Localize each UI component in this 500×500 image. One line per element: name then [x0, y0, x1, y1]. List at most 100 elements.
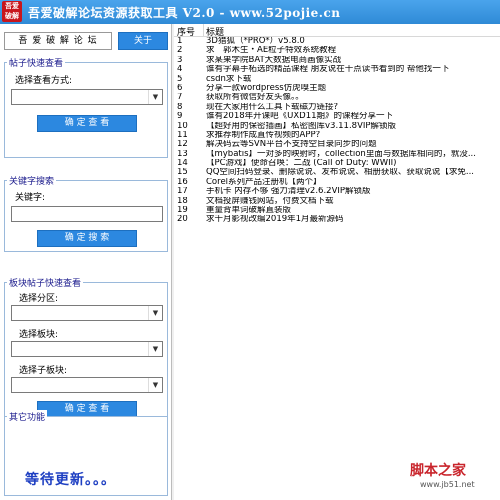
zone-label: 选择分区: [19, 294, 59, 304]
list-item[interactable]: 17 手机卡 内存不够 强力清理v2.6.2VIP解锁版 [174, 187, 500, 196]
list-item-title: 手机卡 内存不够 强力清理v2.6.2VIP解锁版 [206, 187, 371, 197]
list-item-title: 3D猎狐（*PRO*）v5.8.0 [206, 37, 305, 46]
list-item-title: 重量背单词破解直装版 [206, 206, 292, 216]
forum-name-label: 吾 爱 破 解 论 坛 [4, 32, 112, 50]
list-item[interactable]: 12 解决码云等SVN平台不支持空目录同步的问题 [174, 140, 500, 149]
app-logo-text-line2: 破解 [5, 12, 19, 20]
keyword-search-legend: 关键字搜索 [7, 174, 57, 187]
keyword-input[interactable] [11, 206, 163, 222]
view-mode-select[interactable]: ▼ [11, 89, 163, 105]
list-item-number: 1 [177, 37, 183, 46]
subboard-label: 选择子板块: [19, 366, 68, 376]
chevron-down-icon: ▼ [148, 342, 162, 356]
subboard-select[interactable]: ▼ [11, 377, 163, 393]
list-item[interactable]: 6 分享一款wordpress仿虎嗅主题 [174, 84, 500, 93]
list-item[interactable]: 8 现在大家用什么工具下载磁力链接? [174, 103, 500, 112]
list-item-number: 8 [177, 102, 183, 112]
list-item-number: 16 [177, 177, 188, 187]
chevron-down-icon: ▼ [148, 90, 162, 104]
window-title: 吾爱破解论坛资源获取工具 V2.0 - www.52pojie.cn [28, 6, 341, 20]
list-item-number: 4 [177, 65, 183, 75]
list-item-number: 10 [177, 121, 188, 131]
zone-select[interactable]: ▼ [11, 305, 163, 321]
waiting-update-text: 等待更新。。。 [25, 472, 116, 488]
confirm-view-button[interactable]: 确 定 查 看 [37, 115, 137, 132]
list-item[interactable]: 18 文档投屏赚钱网站，付费文档下载 [174, 197, 500, 206]
list-item-title: 求千月影视改编2019年1月最新源码 [206, 215, 344, 225]
list-item-number: 2 [177, 46, 183, 56]
list-item[interactable]: 15 QQ空间扫码登录、删除说说、发布说说、相册获取、获取说说【求免... [174, 168, 500, 177]
section-view-group: 板块帖子快速查看 选择分区: ▼ 选择板块: ▼ 选择子板块: ▼ 确 定 查 … [4, 276, 168, 420]
list-item[interactable]: 13 【mybatis】一对多的映射时，collection里面与数据库相同的，就… [174, 150, 500, 159]
quick-view-group: 帖子快速查看 选择查看方式: ▼ 确 定 查 看 [4, 56, 168, 158]
board-select[interactable]: ▼ [11, 341, 163, 357]
list-item-title: 谁有字幕手柘选的精品课程 朋友说在十点读书看到的 帮他找一下 [206, 65, 450, 75]
list-item[interactable]: 3 求某果学院BAT大数据电商画像实战 [174, 56, 500, 65]
keyword-label: 关键字: [15, 193, 46, 203]
list-item-number: 17 [177, 187, 188, 197]
chevron-down-icon: ▼ [148, 378, 162, 392]
list-item-number: 7 [177, 93, 183, 103]
title-bar: 吾爱 破解 吾爱破解论坛资源获取工具 V2.0 - www.52pojie.cn [0, 0, 500, 24]
list-item-title: 求推荐制作成直传视频的APP? [206, 130, 321, 140]
list-item-title: 求某果学院BAT大数据电商画像实战 [206, 55, 342, 65]
app-logo-text-line1: 吾爱 [5, 2, 19, 10]
list-item-number: 12 [177, 140, 188, 150]
other-features-legend: 其它功能 [7, 410, 48, 423]
column-divider[interactable] [203, 24, 204, 37]
list-item-title: csdn求下载 [206, 74, 252, 84]
list-item[interactable]: 11 求推荐制作成直传视频的APP? [174, 131, 500, 140]
list-item[interactable]: 16 Corel系列产品注册机【两个】 [174, 178, 500, 187]
left-panel: 吾 爱 破 解 论 坛 关于 帖子快速查看 选择查看方式: ▼ 确 定 查 看 … [0, 24, 172, 500]
list-item-number: 14 [177, 159, 188, 169]
list-item-title: 获取所有微信好友头像。。 [206, 93, 304, 103]
list-item-number: 11 [177, 130, 188, 140]
view-mode-label: 选择查看方式: [15, 76, 73, 86]
list-item-number: 18 [177, 196, 188, 206]
chevron-down-icon: ▼ [148, 306, 162, 320]
site-watermark-url: www.jb51.net [420, 480, 475, 489]
list-item-number: 13 [177, 149, 188, 159]
list-item[interactable]: 20 求千月影视改编2019年1月最新源码 [174, 215, 500, 224]
list-header: 序号 标题 [174, 24, 500, 38]
list-item-title: 分享一款wordpress仿虎嗅主题 [206, 83, 327, 93]
list-item[interactable]: 4 谁有字幕手柘选的精品课程 朋友说在十点读书看到的 帮他找一下 [174, 65, 500, 74]
list-item-title: QQ空间扫码登录、删除说说、发布说说、相册获取、获取说说【求免... [206, 168, 474, 178]
app-logo-icon: 吾爱 破解 [2, 1, 22, 22]
list-item[interactable]: 1 3D猎狐（*PRO*）v5.8.0 [174, 37, 500, 46]
list-item-title: 【PC游戏】使命召唤：二战 (Call of Duty: WWII) [206, 159, 397, 169]
list-item[interactable]: 10 【超好用的保密插画】私密图库v3.11.8VIP解锁版 [174, 122, 500, 131]
list-item-title: Corel系列产品注册机【两个】 [206, 177, 322, 187]
list-item-title: 求 郭木生・AE粒子特效系统教程 [206, 46, 337, 56]
board-label: 选择板块: [19, 330, 59, 340]
list-item-number: 9 [177, 112, 183, 122]
other-features-group: 其它功能 等待更新。。。 [4, 410, 168, 496]
list-item-title: 【超好用的保密插画】私密图库v3.11.8VIP解锁版 [206, 121, 397, 131]
list-item[interactable]: 2 求 郭木生・AE粒子特效系统教程 [174, 46, 500, 55]
confirm-search-button[interactable]: 确 定 搜 索 [37, 230, 137, 247]
list-item-title: 谁有2018年开课吧《UXD11期》的课程分享一下 [206, 112, 394, 122]
brand-row: 吾 爱 破 解 论 坛 关于 [4, 32, 168, 50]
keyword-search-group: 关键字搜索 关键字: 确 定 搜 索 [4, 174, 168, 252]
list-item-title: 【mybatis】一对多的映射时，collection里面与数据库相同的，就没.… [206, 149, 476, 159]
list-item-number: 6 [177, 83, 183, 93]
results-list: 序号 标题 1 3D猎狐（*PRO*）v5.8.0 2 求 郭木生・AE粒子特效系统教… [174, 24, 500, 500]
list-item[interactable]: 14 【PC游戏】使命召唤：二战 (Call of Duty: WWII) [174, 159, 500, 168]
list-item[interactable]: 5 csdn求下载 [174, 75, 500, 84]
about-button[interactable]: 关于 [118, 32, 168, 50]
list-item[interactable]: 7 获取所有微信好友头像。。 [174, 93, 500, 102]
list-item[interactable]: 9 谁有2018年开课吧《UXD11期》的课程分享一下 [174, 112, 500, 121]
list-item-number: 19 [177, 206, 188, 216]
list-body: 1 3D猎狐（*PRO*）v5.8.0 2 求 郭木生・AE粒子特效系统教程 3 求某果学… [174, 37, 500, 225]
list-item-title: 文档投屏赚钱网站，付费文档下载 [206, 196, 334, 206]
list-item-number: 3 [177, 55, 183, 65]
list-item[interactable]: 19 重量背单词破解直装版 [174, 206, 500, 215]
section-view-legend: 板块帖子快速查看 [7, 276, 84, 289]
list-item-number: 20 [177, 215, 188, 225]
site-watermark: 脚本之家 [410, 463, 466, 479]
list-item-number: 15 [177, 168, 188, 178]
quick-view-legend: 帖子快速查看 [7, 56, 66, 69]
list-item-title: 现在大家用什么工具下载磁力链接? [206, 102, 339, 112]
list-item-number: 5 [177, 74, 183, 84]
list-item-title: 解决码云等SVN平台不支持空目录同步的问题 [206, 140, 377, 150]
